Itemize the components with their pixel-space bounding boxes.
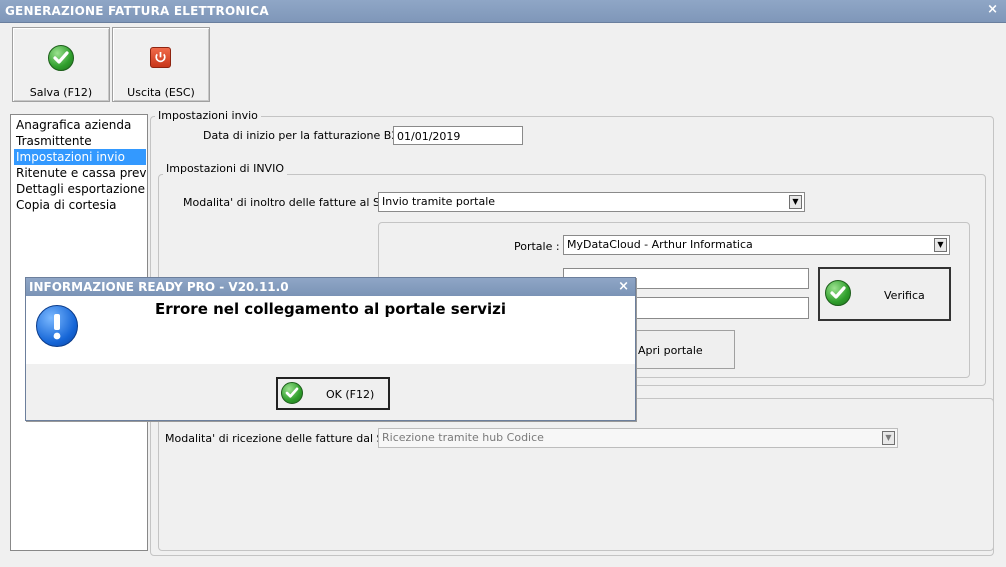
save-button[interactable]: Salva (F12): [12, 27, 110, 102]
receive-mode-label: Modalita' di ricezione delle fatture dal…: [165, 432, 403, 445]
start-date-input[interactable]: 01/01/2019: [393, 126, 523, 145]
save-button-label: Salva (F12): [29, 86, 93, 99]
ok-button[interactable]: OK (F12): [276, 377, 390, 410]
check-icon: [48, 45, 74, 71]
open-portal-button-label: Apri portale: [638, 344, 703, 357]
dialog-title: INFORMAZIONE READY PRO - V20.11.0: [29, 280, 289, 294]
portal-label: Portale :: [514, 240, 560, 253]
sidebar-item-copia-cortesia[interactable]: Copia di cortesia: [14, 197, 146, 213]
sidebar-item-anagrafica[interactable]: Anagrafica azienda: [14, 117, 146, 133]
exit-button-label: Uscita (ESC): [127, 86, 195, 99]
power-icon: [150, 47, 171, 68]
chevron-down-icon: ▼: [934, 238, 947, 252]
verify-button[interactable]: Verifica: [818, 267, 951, 321]
dialog-body: Errore nel collegamento al portale servi…: [26, 296, 635, 364]
ok-button-label: OK (F12): [326, 388, 375, 401]
verify-button-label: Verifica: [884, 289, 925, 302]
start-date-label: Data di inizio per la fatturazione B2B :: [203, 129, 414, 142]
invio-group-title: Impostazioni invio: [155, 109, 261, 122]
chevron-down-icon: ▼: [789, 195, 802, 209]
receive-mode-select[interactable]: Ricezione tramite hub Codice ▼: [378, 428, 898, 448]
send-mode-select[interactable]: Invio tramite portale ▼: [378, 192, 805, 212]
window-title: GENERAZIONE FATTURA ELETTRONICA: [5, 4, 269, 18]
chevron-down-icon: ▼: [882, 431, 895, 445]
sidebar-item-dettagli-esportazione[interactable]: Dettagli esportazione: [14, 181, 146, 197]
portal-value: MyDataCloud - Arthur Informatica: [567, 238, 753, 251]
check-icon: [825, 280, 851, 306]
send-mode-label: Modalita' di inoltro delle fatture al SD…: [183, 196, 399, 209]
window-titlebar: GENERAZIONE FATTURA ELETTRONICA ×: [0, 0, 1006, 23]
receive-mode-value: Ricezione tramite hub Codice: [382, 431, 544, 444]
check-icon: [281, 382, 303, 404]
info-dialog: INFORMAZIONE READY PRO - V20.11.0 × Erro…: [25, 277, 636, 421]
dialog-close-icon[interactable]: ×: [618, 279, 629, 294]
dialog-titlebar: INFORMAZIONE READY PRO - V20.11.0 ×: [26, 278, 635, 296]
sidebar-item-ritenute[interactable]: Ritenute e cassa previdenziale: [14, 165, 146, 181]
portal-select[interactable]: MyDataCloud - Arthur Informatica ▼: [563, 235, 950, 255]
window-close-icon[interactable]: ×: [987, 2, 998, 17]
sidebar-item-impostazioni-invio[interactable]: Impostazioni invio: [14, 149, 146, 165]
invio-settings-title: Impostazioni di INVIO: [163, 162, 287, 175]
dialog-message: Errore nel collegamento al portale servi…: [154, 300, 507, 318]
send-mode-value: Invio tramite portale: [382, 195, 496, 208]
exit-button[interactable]: Uscita (ESC): [112, 27, 210, 102]
sidebar-item-trasmittente[interactable]: Trasmittente: [14, 133, 146, 149]
